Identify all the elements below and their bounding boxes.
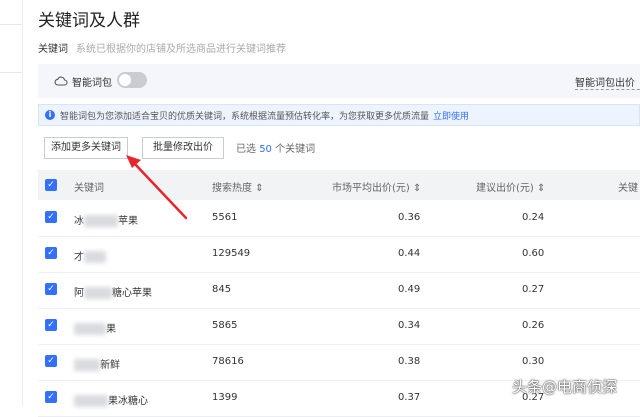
row-checkbox[interactable]: ✓ xyxy=(45,391,57,403)
suggest-bid-cell: 0.24 xyxy=(522,212,545,223)
heat-cell: 78616 xyxy=(212,356,244,367)
toggle-knob xyxy=(119,74,131,86)
row-checkbox[interactable]: ✓ xyxy=(45,283,57,295)
table-row[interactable]: ✓ 才 129549 0.44 0.60 xyxy=(38,236,640,273)
cloud-icon xyxy=(54,76,68,86)
section-label: 关键词 xyxy=(38,44,68,55)
col-market-bid[interactable]: 市场平均出价(元) ⇕ xyxy=(332,179,421,194)
suggest-bid-cell: 0.26 xyxy=(522,320,545,331)
market-bid-cell: 0.49 xyxy=(398,284,421,295)
sort-icon: ⇕ xyxy=(413,183,422,194)
table-row[interactable]: ✓ 阿糖心苹果 845 0.49 0.27 xyxy=(38,272,640,309)
watermark: 头条@电商侦探 xyxy=(512,378,618,396)
suggest-bid-cell: 0.60 xyxy=(522,248,545,259)
smart-bid-bar: 智能词包 智能词包出价（ xyxy=(38,64,640,98)
keyword-cell: 果 xyxy=(74,320,116,335)
table-row[interactable]: ✓ 果 5865 0.34 0.26 xyxy=(38,308,640,345)
keyword-cell: 才 xyxy=(74,248,106,263)
blurred-text xyxy=(84,251,106,263)
blurred-text xyxy=(74,323,106,335)
market-bid-cell: 0.37 xyxy=(398,392,421,403)
keyword-cell: 果冰糖心 xyxy=(74,392,148,407)
table-header: ✓ 关键词 搜索热度 ⇕ 市场平均出价(元) ⇕ 建议出价(元) ⇕ 关键 xyxy=(38,170,640,200)
page-title: 关键词及人群 xyxy=(38,11,140,31)
heat-cell: 129549 xyxy=(212,248,251,259)
use-now-link[interactable]: 立即使用 xyxy=(433,112,469,122)
table-row[interactable]: ✓ 冰苹果 5561 0.36 0.24 xyxy=(38,200,640,237)
col-search-heat[interactable]: 搜索热度 ⇕ xyxy=(212,179,264,194)
batch-edit-bid-button[interactable]: 批量修改出价 xyxy=(142,137,224,159)
sort-icon: ⇕ xyxy=(537,183,546,194)
heat-cell: 5865 xyxy=(212,320,238,331)
smart-bid-label: 智能词包 xyxy=(72,78,112,89)
info-banner: i 智能词包为您添加适合宝贝的优质关键词，系统根据流量预估转化率，为您获取更多优… xyxy=(38,104,640,126)
row-checkbox[interactable]: ✓ xyxy=(45,319,57,331)
market-bid-cell: 0.34 xyxy=(398,320,421,331)
smart-bid-toggle[interactable] xyxy=(117,72,147,88)
suggest-bid-cell: 0.27 xyxy=(522,284,545,295)
blurred-text xyxy=(84,287,112,299)
row-checkbox[interactable]: ✓ xyxy=(45,247,57,259)
section-header: 关键词 系统已根据你的店铺及所选商品进行关键词推荐 xyxy=(38,40,286,55)
sidebar-divider xyxy=(0,24,22,25)
left-sidebar-strip xyxy=(0,0,23,406)
blurred-text xyxy=(84,215,118,227)
heat-cell: 5561 xyxy=(212,212,238,223)
keyword-cell: 新鲜 xyxy=(74,356,120,371)
col-suggest-bid[interactable]: 建议出价(元) ⇕ xyxy=(476,179,545,194)
info-icon: i xyxy=(45,110,55,120)
smart-bid-price-label: 智能词包出价（ xyxy=(575,74,640,90)
suggest-bid-cell: 0.30 xyxy=(522,356,545,367)
market-bid-cell: 0.44 xyxy=(398,248,421,259)
keyword-cell: 冰苹果 xyxy=(74,215,138,227)
keyword-cell: 阿糖心苹果 xyxy=(74,287,152,299)
section-description: 系统已根据你的店铺及所选商品进行关键词推荐 xyxy=(76,44,286,55)
sort-icon: ⇕ xyxy=(255,183,264,194)
blurred-text xyxy=(74,395,108,407)
heat-cell: 1399 xyxy=(212,392,238,403)
selected-count-text: 已选 50 个关键词 xyxy=(236,144,316,155)
blurred-text xyxy=(74,359,100,371)
sidebar-divider xyxy=(0,72,22,73)
add-keywords-button[interactable]: 添加更多关键词 xyxy=(44,137,128,159)
col-keyword: 关键词 xyxy=(74,183,104,194)
select-all-checkbox[interactable]: ✓ xyxy=(45,179,57,191)
row-checkbox[interactable]: ✓ xyxy=(45,355,57,367)
col-more: 关键 xyxy=(618,183,638,194)
market-bid-cell: 0.38 xyxy=(398,356,421,367)
selected-count: 50 xyxy=(259,144,272,155)
info-text: 智能词包为您添加适合宝贝的优质关键词，系统根据流量预估转化率，为您获取更多优质流… xyxy=(60,112,430,122)
market-bid-cell: 0.36 xyxy=(398,212,421,223)
row-checkbox[interactable]: ✓ xyxy=(45,211,57,223)
heat-cell: 845 xyxy=(212,284,232,295)
